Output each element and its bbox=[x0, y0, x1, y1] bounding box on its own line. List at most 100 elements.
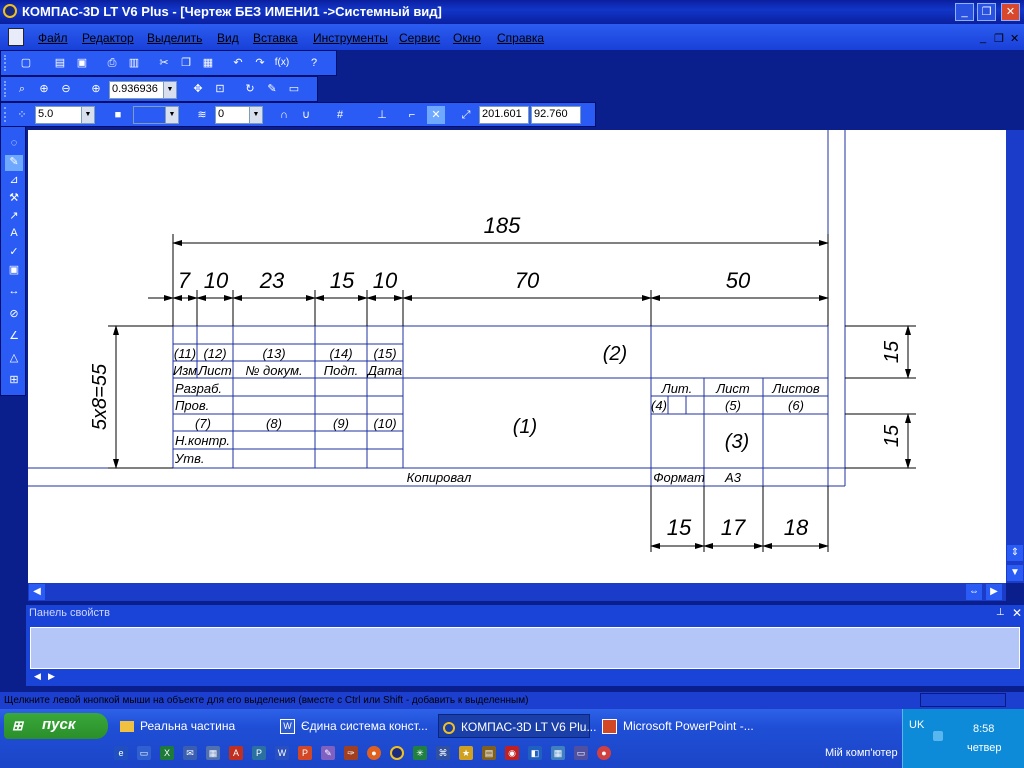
word-quick-icon[interactable]: W bbox=[275, 746, 289, 760]
utility-icon[interactable]: ✳ bbox=[413, 746, 427, 760]
text-icon[interactable]: A bbox=[5, 227, 23, 243]
menu-view[interactable]: Вид bbox=[217, 31, 239, 45]
zoom-scale-field[interactable]: 0.936936 ▼ bbox=[109, 81, 177, 99]
scroll-leftright-icon[interactable]: ⇔ bbox=[966, 584, 982, 600]
local-cs-icon[interactable]: ⊥ bbox=[373, 106, 391, 124]
step-field[interactable]: 5.0 ▼ bbox=[35, 106, 95, 124]
ie-icon[interactable]: e bbox=[114, 746, 128, 760]
zoom-scale-icon[interactable]: ⊕ bbox=[87, 80, 105, 98]
step-icon[interactable]: ⁘ bbox=[13, 106, 31, 124]
my-computer-label[interactable]: Мій комп'ютер bbox=[825, 747, 898, 759]
menu-window[interactable]: Окно bbox=[453, 31, 481, 45]
copy-icon[interactable]: ❐ bbox=[177, 54, 195, 72]
print-preview-icon[interactable]: ▥ bbox=[125, 54, 143, 72]
round-coords-icon[interactable]: ✕ bbox=[427, 106, 445, 124]
kompas-app-icon[interactable] bbox=[3, 4, 17, 18]
task-powerpoint[interactable]: Microsoft PowerPoint -... bbox=[598, 714, 754, 738]
dimension-icon[interactable]: ↔ bbox=[5, 285, 23, 301]
excel-icon[interactable]: X bbox=[160, 746, 174, 760]
refresh-icon[interactable]: ↻ bbox=[241, 80, 259, 98]
measure-icon[interactable]: ⊘ bbox=[5, 307, 23, 323]
chrome-icon[interactable]: ● bbox=[597, 746, 611, 760]
brush-icon[interactable]: ✎ bbox=[263, 80, 281, 98]
clock-time[interactable]: 8:58 bbox=[973, 723, 994, 735]
archive-icon[interactable]: ▤ bbox=[482, 746, 496, 760]
cursor-coords-icon[interactable]: ⤢ bbox=[457, 106, 475, 124]
grid-icon[interactable]: # bbox=[331, 106, 349, 124]
snap-magnet-icon[interactable]: ∩ bbox=[275, 106, 293, 124]
layer-field[interactable]: 0 ▼ bbox=[215, 106, 263, 124]
network-icon[interactable]: ⌘ bbox=[436, 746, 450, 760]
vertical-scrollbar[interactable]: ⇕ ▼ bbox=[1006, 130, 1024, 583]
geometry-icon[interactable]: ◌ bbox=[5, 137, 23, 153]
menu-insert[interactable]: Вставка bbox=[253, 31, 298, 45]
close-button[interactable]: ✕ bbox=[1001, 3, 1020, 21]
snap-local-icon[interactable]: ∪ bbox=[297, 106, 315, 124]
task-word[interactable]: W Єдина система конст... bbox=[276, 714, 432, 738]
horizontal-scrollbar[interactable]: ◀ ⇔ ▶ bbox=[28, 583, 1006, 601]
menu-service[interactable]: Сервис bbox=[399, 31, 440, 45]
function-icon[interactable]: f(x) bbox=[273, 54, 291, 72]
angle-icon[interactable]: ∠ bbox=[5, 329, 23, 345]
drawing-canvas[interactable]: 185 7 10 23 15 10 70 50 5x8=55 15 15 15 … bbox=[28, 130, 1006, 583]
firefox-icon[interactable]: ● bbox=[367, 746, 381, 760]
restore-button[interactable]: ❐ bbox=[977, 3, 996, 21]
brush-quick-icon[interactable]: ✑ bbox=[344, 746, 358, 760]
triangle-icon[interactable]: △ bbox=[5, 351, 23, 367]
symbols-icon[interactable]: ↗ bbox=[5, 209, 23, 225]
scroll-down-icon[interactable]: ▼ bbox=[1007, 565, 1023, 581]
menu-file[interactable]: Файл bbox=[38, 31, 68, 45]
explorer-icon[interactable]: ◧ bbox=[528, 746, 542, 760]
scroll-left-icon[interactable]: ◀ bbox=[29, 584, 45, 600]
help-pointer-icon[interactable]: ? bbox=[305, 54, 323, 72]
redo-icon[interactable]: ↷ bbox=[251, 54, 269, 72]
print-icon[interactable]: ⎙ bbox=[103, 54, 121, 72]
scroll-right-icon[interactable]: ▶ bbox=[986, 584, 1002, 600]
chevron-down-icon[interactable]: ▼ bbox=[249, 107, 262, 123]
zoom-out-icon[interactable]: ⊖ bbox=[57, 80, 75, 98]
menu-help[interactable]: Справка bbox=[497, 31, 544, 45]
language-indicator[interactable]: UK bbox=[909, 719, 924, 731]
show-all-icon[interactable]: ⊡ bbox=[211, 80, 229, 98]
task-folder[interactable]: Реальна частина bbox=[116, 714, 268, 738]
new-file-icon[interactable]: ▢ bbox=[17, 54, 35, 72]
publisher-icon[interactable]: P bbox=[252, 746, 266, 760]
chevron-down-icon[interactable]: ▼ bbox=[81, 107, 94, 123]
mdi-restore-button[interactable]: ❐ bbox=[994, 32, 1004, 45]
check-icon[interactable]: ✓ bbox=[5, 245, 23, 261]
start-button[interactable]: ⊞ пуск bbox=[4, 713, 108, 739]
cmd-icon[interactable]: ▭ bbox=[574, 746, 588, 760]
save-icon[interactable]: ▣ bbox=[73, 54, 91, 72]
menu-tools[interactable]: Инструменты bbox=[313, 31, 388, 45]
style-field[interactable]: ▼ bbox=[133, 106, 179, 124]
coord-x-field[interactable]: 201.601 bbox=[479, 106, 529, 124]
pdf-icon[interactable]: ◉ bbox=[505, 746, 519, 760]
library-icon[interactable]: ▣ bbox=[5, 263, 23, 279]
calc-icon[interactable]: ▦ bbox=[551, 746, 565, 760]
panel-icon[interactable]: ▭ bbox=[285, 80, 303, 98]
coord-y-field[interactable]: 92.760 bbox=[531, 106, 581, 124]
pan-icon[interactable]: ✥ bbox=[189, 80, 207, 98]
network-tray-icon[interactable] bbox=[933, 731, 943, 741]
mdi-minimize-button[interactable]: _ bbox=[980, 32, 986, 44]
zoom-window-icon[interactable]: ⌕ bbox=[13, 80, 31, 98]
paste-icon[interactable]: ▦ bbox=[199, 54, 217, 72]
edit-tool-icon[interactable]: ✎ bbox=[5, 155, 23, 171]
hammer-icon[interactable]: ⚒ bbox=[5, 191, 23, 207]
desktop-icon[interactable]: ▭ bbox=[137, 746, 151, 760]
panel-scroll-left-icon[interactable]: ◀ bbox=[34, 671, 41, 682]
area-icon[interactable]: ⊞ bbox=[5, 373, 23, 389]
panel-scroll-right-icon[interactable]: ▶ bbox=[48, 671, 55, 682]
document-icon[interactable] bbox=[8, 28, 24, 46]
menu-edit[interactable]: Редактор bbox=[82, 31, 134, 45]
powerpoint-quick-icon[interactable]: P bbox=[298, 746, 312, 760]
style-icon[interactable]: ■ bbox=[109, 106, 127, 124]
minimize-button[interactable]: _ bbox=[955, 3, 974, 21]
star-icon[interactable]: ★ bbox=[459, 746, 473, 760]
panel-close-icon[interactable]: ✕ bbox=[1012, 606, 1022, 620]
mdi-close-button[interactable]: ✕ bbox=[1010, 32, 1019, 45]
pin-icon[interactable]: ⊥ bbox=[996, 607, 1005, 618]
outlook-icon[interactable]: ✉ bbox=[183, 746, 197, 760]
cut-icon[interactable]: ✂ bbox=[155, 54, 173, 72]
frontpage-icon[interactable]: ▦ bbox=[206, 746, 220, 760]
